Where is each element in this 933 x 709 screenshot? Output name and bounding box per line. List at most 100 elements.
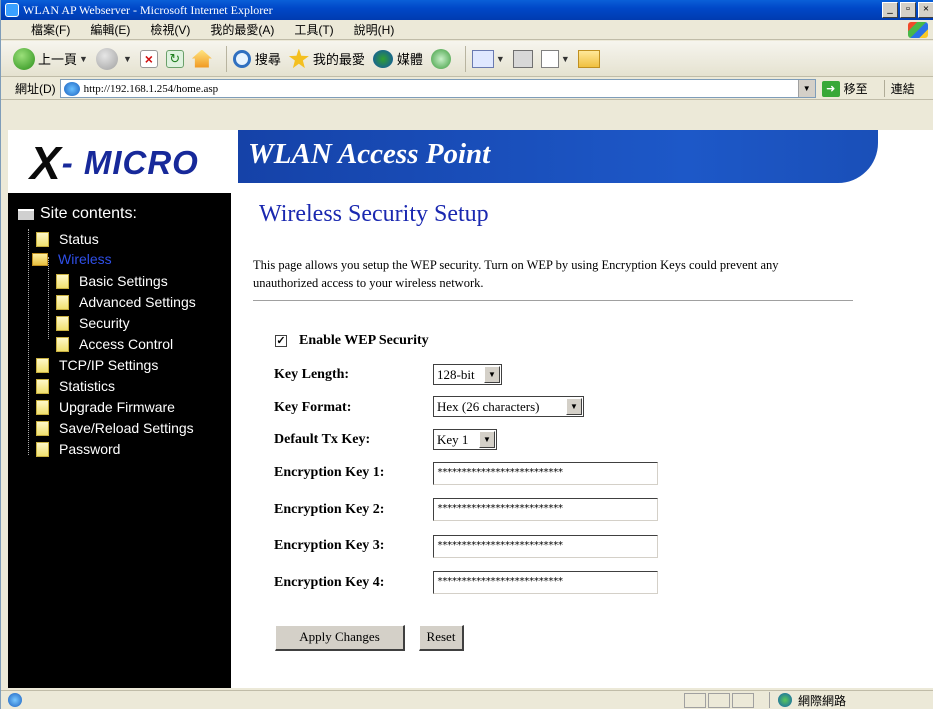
search-icon	[232, 49, 251, 68]
chevron-down-icon[interactable]: ▼	[479, 431, 495, 448]
sidebar-item-label: Save/Reload Settings	[59, 420, 194, 436]
sidebar-item-statistics[interactable]: Statistics	[36, 376, 115, 396]
menu-view[interactable]: 檢視(V)	[150, 20, 190, 39]
media-label: 媒體	[396, 52, 423, 67]
zone-label: 網際網路	[798, 693, 847, 708]
window-title: WLAN AP Webserver - Microsoft Internet E…	[23, 3, 273, 17]
document-icon	[36, 357, 49, 373]
browser-window: WLAN AP Webserver - Microsoft Internet E…	[0, 0, 933, 709]
key-format-label: Key Format:	[274, 400, 352, 415]
stop-button[interactable]: ×	[139, 49, 158, 68]
sidebar-item-label: Status	[59, 231, 99, 247]
key-length-select[interactable]: 128-bit ▼	[433, 364, 502, 385]
enable-wep-checkbox[interactable]: ✓	[275, 335, 287, 347]
sidebar-item-wireless[interactable]: Wireless	[32, 249, 112, 269]
windows-logo-icon	[908, 22, 928, 38]
go-label: 移至	[843, 82, 868, 96]
enable-wep-label: Enable WEP Security	[299, 333, 429, 348]
divider	[253, 300, 853, 301]
sidebar-item-basic-settings[interactable]: Basic Settings	[56, 271, 168, 291]
sidebar-item-access-control[interactable]: Access Control	[56, 334, 173, 354]
close-button[interactable]: ×	[918, 2, 933, 18]
encryption-key-1-input[interactable]: **************************	[433, 462, 658, 485]
folder-button[interactable]	[577, 49, 600, 68]
encryption-key-2-input[interactable]: **************************	[433, 498, 658, 521]
chevron-down-icon[interactable]: ▼	[561, 54, 570, 64]
sidebar-item-label: Security	[79, 315, 130, 331]
sidebar-item-tcpip-settings[interactable]: TCP/IP Settings	[36, 355, 158, 375]
sidebar-item-save-reload[interactable]: Save/Reload Settings	[36, 418, 194, 438]
chevron-down-icon[interactable]: ▼	[566, 398, 582, 415]
chevron-down-icon[interactable]: ▼	[496, 54, 505, 64]
status-pane	[684, 693, 706, 708]
sidebar-item-label: Access Control	[79, 336, 174, 352]
mail-icon	[471, 49, 494, 68]
title-bar[interactable]: WLAN AP Webserver - Microsoft Internet E…	[1, 0, 933, 20]
default-tx-key-select[interactable]: Key 1 ▼	[433, 429, 497, 450]
encryption-key-4-input[interactable]: **************************	[433, 571, 658, 594]
x-micro-logo: X- MICRO	[30, 136, 199, 190]
open-folder-icon	[32, 252, 48, 266]
media-button[interactable]: 媒體	[372, 49, 423, 68]
sidebar-item-security[interactable]: Security	[56, 313, 130, 333]
apply-changes-button[interactable]: Apply Changes	[275, 625, 405, 651]
sidebar-item-password[interactable]: Password	[36, 439, 120, 459]
chevron-down-icon[interactable]: ▼	[797, 80, 815, 97]
document-icon	[56, 315, 69, 331]
chevron-down-icon[interactable]: ▼	[79, 54, 88, 64]
media-icon	[372, 49, 393, 68]
address-label: 網址(D)	[15, 82, 56, 96]
document-icon	[56, 273, 69, 289]
menu-tools[interactable]: 工具(T)	[294, 20, 333, 39]
favorites-button[interactable]: 我的最愛	[288, 48, 365, 69]
document-icon	[36, 399, 49, 415]
sidebar-heading: Site contents:	[40, 205, 137, 222]
search-button[interactable]: 搜尋	[232, 49, 281, 68]
forward-button[interactable]: ▼	[95, 47, 132, 70]
enable-wep-row: ✓ Enable WEP Security	[275, 333, 429, 349]
chevron-down-icon[interactable]: ▼	[123, 54, 132, 64]
page-loaded-icon	[8, 693, 22, 707]
sidebar-item-upgrade-firmware[interactable]: Upgrade Firmware	[36, 397, 175, 417]
encryption-key-4-label: Encryption Key 4:	[274, 575, 385, 590]
links-button[interactable]: 連結	[883, 80, 915, 97]
star-icon	[288, 48, 309, 69]
refresh-button[interactable]: ↻	[165, 49, 184, 68]
sidebar-item-label: Basic Settings	[79, 273, 168, 289]
address-input[interactable]: http://192.168.1.254/home.asp ▼	[59, 79, 816, 98]
printer-icon	[512, 49, 533, 68]
menu-favorites[interactable]: 我的最愛(A)	[210, 20, 274, 39]
home-button[interactable]	[191, 49, 212, 68]
book-icon	[18, 208, 34, 220]
back-button[interactable]: 上一頁 ▼	[13, 47, 88, 70]
print-button[interactable]	[512, 49, 533, 68]
minimize-button[interactable]: _	[882, 2, 898, 18]
key-format-select[interactable]: Hex (26 characters) ▼	[433, 396, 584, 417]
default-tx-key-value: Key 1	[437, 432, 469, 447]
sidebar-item-advanced-settings[interactable]: Advanced Settings	[56, 292, 196, 312]
ie-icon	[5, 3, 19, 17]
reset-button[interactable]: Reset	[419, 625, 464, 651]
stop-icon: ×	[139, 49, 158, 68]
mail-button[interactable]: ▼	[471, 49, 505, 68]
menu-edit[interactable]: 編輯(E)	[90, 20, 130, 39]
address-url: http://192.168.1.254/home.asp	[83, 82, 219, 95]
menu-file[interactable]: 檔案(F)	[31, 20, 70, 39]
menu-bar: 檔案(F) 編輯(E) 檢視(V) 我的最愛(A) 工具(T) 說明(H)	[1, 20, 933, 40]
window-controls: _ ▫ ×	[880, 2, 933, 18]
home-icon	[191, 49, 212, 68]
tree-connector	[48, 257, 49, 339]
menu-help[interactable]: 說明(H)	[354, 20, 395, 39]
encryption-key-1-label: Encryption Key 1:	[274, 465, 385, 480]
encryption-key-3-input[interactable]: **************************	[433, 535, 658, 558]
history-button[interactable]	[430, 48, 451, 69]
encryption-key-2-label: Encryption Key 2:	[274, 502, 385, 517]
edit-button[interactable]: ▼	[540, 49, 570, 68]
maximize-button[interactable]: ▫	[900, 2, 916, 18]
favorites-label: 我的最愛	[312, 52, 365, 67]
chevron-down-icon[interactable]: ▼	[484, 366, 500, 383]
go-button[interactable]: ➜ 移至	[821, 80, 868, 97]
sidebar-item-status[interactable]: Status	[36, 229, 99, 249]
document-icon	[56, 294, 69, 310]
toolbar: 上一頁 ▼ ▼ × ↻ 搜尋 我的最愛 媒體 ▼ ▼	[1, 41, 933, 77]
